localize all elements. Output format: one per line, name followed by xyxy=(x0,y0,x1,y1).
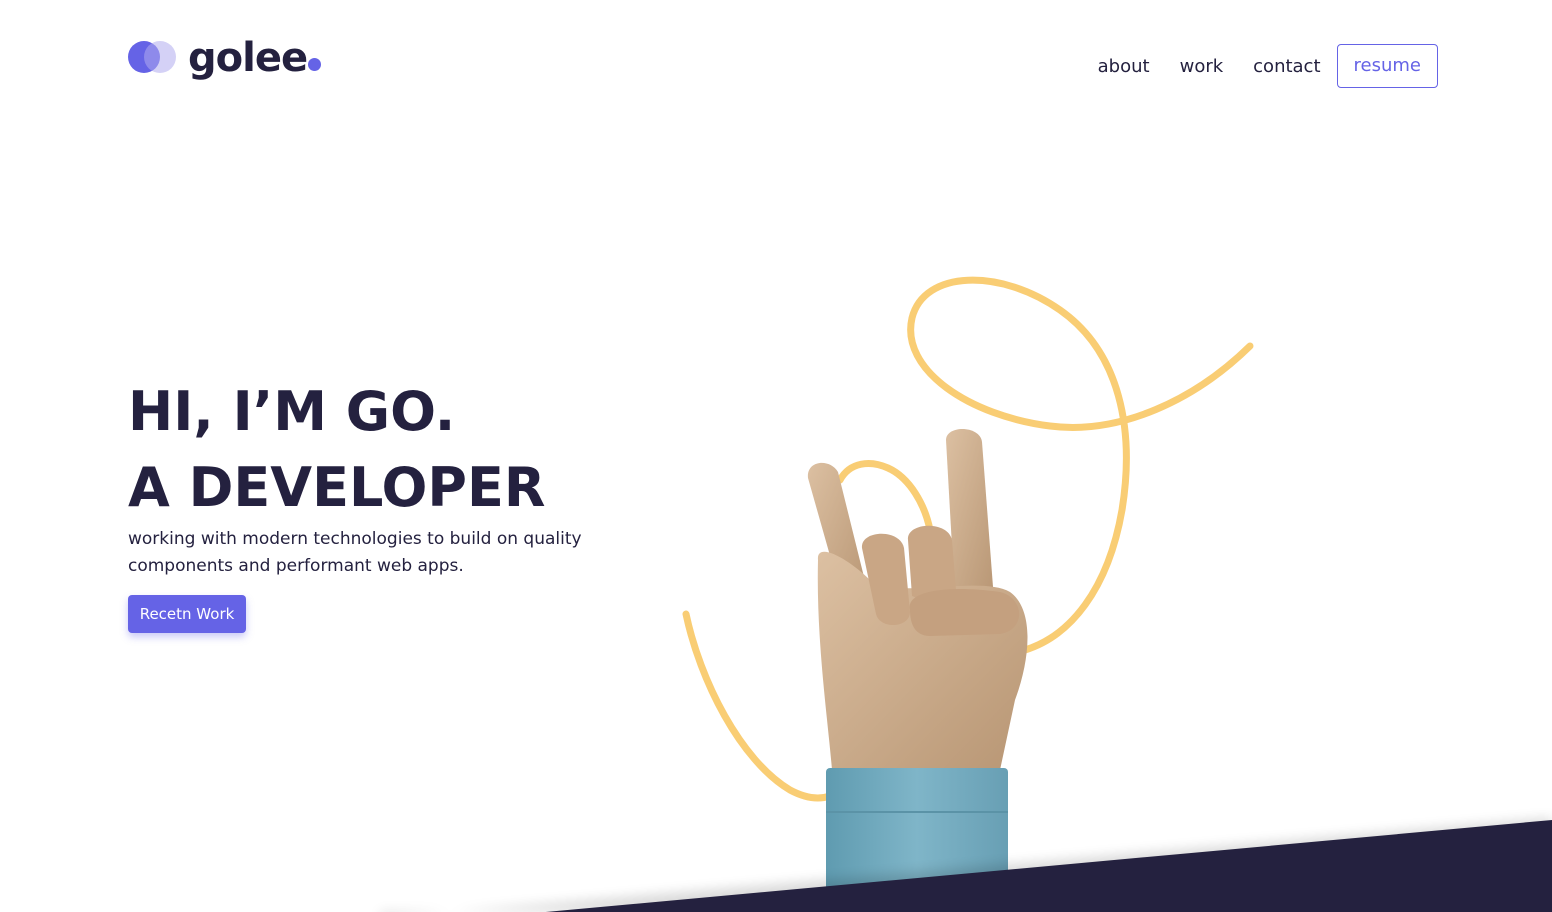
hero-subtitle: working with modern technologies to buil… xyxy=(128,529,582,576)
nav-link-contact[interactable]: contact xyxy=(1253,56,1320,77)
nav-link-work[interactable]: work xyxy=(1180,56,1224,77)
hero-title-line-1: HI, I’M GO. xyxy=(128,380,456,443)
hero-title-line-2: A DEVELOPER xyxy=(128,456,546,519)
page: golee about work contact resume HI, I’M … xyxy=(0,0,1552,912)
logo-text: golee xyxy=(188,35,308,81)
hero-title: HI, I’M GO. A DEVELOPER xyxy=(128,374,545,526)
footer-slant xyxy=(480,820,1552,912)
squiggle-line xyxy=(682,276,1254,802)
logo-dot-icon xyxy=(308,57,322,71)
nav-link-about[interactable]: about xyxy=(1098,56,1150,77)
main-nav: about work contact resume xyxy=(1068,44,1438,88)
resume-button[interactable]: resume xyxy=(1336,44,1438,88)
logo-icon xyxy=(128,41,178,75)
recent-work-button[interactable]: Recetn Work xyxy=(128,595,246,633)
rock-on-hand-icon xyxy=(807,428,1028,888)
logo[interactable]: golee xyxy=(128,35,322,81)
